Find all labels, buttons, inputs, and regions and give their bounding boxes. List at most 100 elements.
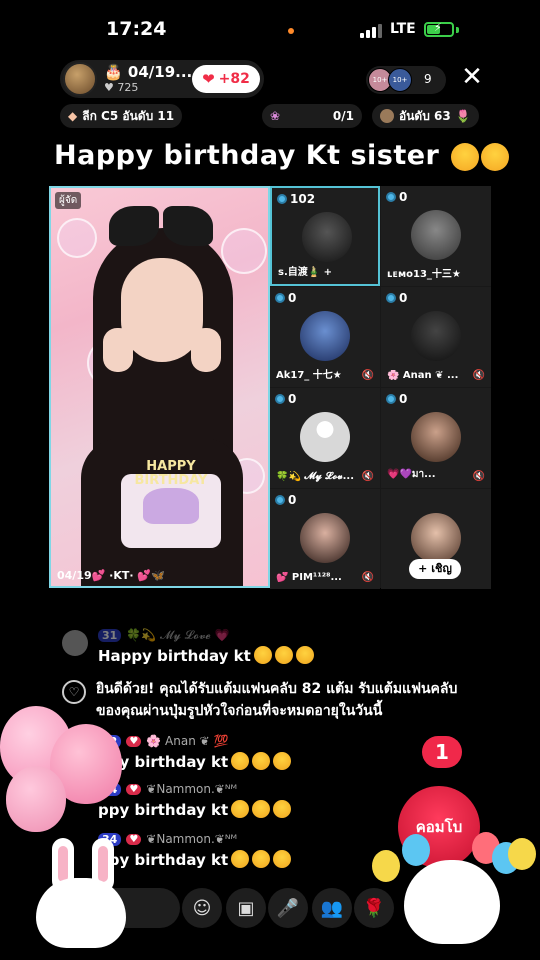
camera-off-icon[interactable]: ▣ [226,888,266,928]
party-face-icon [252,800,271,818]
party-face-icon [252,752,271,770]
seat-score: 0 [399,190,408,204]
party-face-icon [273,850,292,868]
seat-avatar[interactable] [300,311,350,361]
bubble-decoration [57,218,97,258]
battery-cap [456,27,459,33]
rose-gift-icon[interactable]: 🌹 [354,888,394,928]
coin-icon [275,495,285,505]
battery-icon: ⚡ [424,21,454,37]
follow-button[interactable]: ❤ +82 [192,65,260,93]
guest-seat[interactable]: 0 ʟᴇᴍᴏ13_十三★ [381,186,491,286]
smile-icon[interactable]: ☺ [182,888,222,928]
seat-avatar[interactable] [411,311,461,361]
seat-score: 102 [290,192,316,206]
chat-username[interactable]: ❦Nammon.❦ᴺᴹ [146,782,237,796]
cake-bow [143,488,199,524]
host-name: 04/19... [127,63,193,81]
mic-off-icon: 🔇 [472,471,485,482]
guest-seat[interactable]: 0 🍀💫 𝓜𝔂 𝓛𝓸𝓿... 🔇 [270,388,380,488]
coin-icon [275,394,285,404]
party-face-icon [253,646,272,664]
chat-meta: 34 ♥ ❦Nammon.❦ᴺᴹ [98,782,237,796]
close-icon[interactable]: ✕ [458,62,486,92]
host-tag: ผู้จัด [55,192,82,209]
coin-icon [275,293,285,303]
recording-dot [288,28,294,34]
party-face-icon [273,800,292,818]
people-icon[interactable]: 👥 [312,888,352,928]
follow-label: +82 [218,71,250,87]
party-face-icon [295,646,314,664]
guest-seat[interactable]: 0 Ak17_ 十七★ 🔇 [270,287,380,387]
guest-seat-empty[interactable]: + เชิญ [381,489,491,589]
seat-avatar[interactable] [300,513,350,563]
rank-avatar-icon [380,109,394,123]
rank-label: อันดับ 63 [399,108,451,123]
seat-score: 0 [399,291,408,305]
party-face-icon [231,850,250,868]
bubble-decoration [221,228,267,274]
viewer-count: 9 [424,72,432,86]
seat-avatar[interactable] [411,412,461,462]
mic-off-icon: 🔇 [361,471,374,482]
party-face-icon [451,142,480,171]
heart-small-icon: ♥ [104,81,114,94]
chat-meta: 34 ♥ ❦Nammon.❦ᴺᴹ [98,832,237,846]
status-time: 17:24 [106,18,167,40]
seat-avatar [411,513,461,563]
invite-button[interactable]: + เชิญ [409,559,461,579]
default-avatar-icon[interactable] [300,412,350,462]
gift-goal-badge[interactable]: ❀ 0/1 [262,104,362,128]
chat-meta: 31 🍀💫 𝓜𝔂 𝓛𝓸𝓿𝓮 💗 [98,628,230,643]
chat-message: ppy birthday kt [98,752,292,771]
guest-seat[interactable]: 0 🌸 Anan ❦ ... 🔇 [381,287,491,387]
signal-icon [360,24,382,38]
gift-icon: ❀ [270,109,281,123]
seat-name: ʟᴇᴍᴏ13_十三★ [387,269,461,280]
viewers-pill[interactable]: 10+ 10+ 9 [366,66,446,94]
host-avatar[interactable] [63,62,97,96]
guest-seat[interactable]: 102 s.自渡🎍 + [270,186,380,286]
guest-seat[interactable]: 0 💕 PIM¹¹²⁸... 🔇 [270,489,380,589]
system-message: ยินดีด้วย! คุณได้รับแต้มแฟนคลับ 82 แต้ม … [96,681,458,719]
chat-text: ppy birthday kt [98,801,229,819]
host-info-pill[interactable]: 🎂 04/19... ♥ 725 ❤ +82 [60,60,264,98]
chat-username[interactable]: ❦Nammon.❦ᴺᴹ [146,832,237,846]
chat-avatar[interactable] [62,630,88,656]
mic-icon[interactable]: 🎤 [268,888,308,928]
league-badge[interactable]: ◆ ลีก C5 อันดับ 11 [60,104,183,128]
chat-username[interactable]: 🍀💫 𝓜𝔂 𝓛𝓸𝓿𝓮 💗 [126,628,229,643]
host-hand [103,328,133,372]
party-face-icon [273,752,292,770]
chat-message: Happy birthday kt [98,646,314,665]
fan-badge: ♥ [126,735,142,747]
viewer-avatar[interactable]: 10+ [388,68,412,92]
gift-goal-label: 0/1 [332,109,354,123]
chat-username[interactable]: 🌸 Anan ❦ 💯 [146,734,228,748]
cake-icon: 🎂 [104,63,123,81]
rank-badge[interactable]: อันดับ 63 🌷 [372,104,479,128]
title-text: Happy birthday Kt sister [54,140,440,171]
seat-name: 🌸 Anan ❦ ... [387,370,459,381]
chat-message: ppy birthday kt [98,800,292,819]
mic-off-icon: 🔇 [472,370,485,381]
combo-count: 1 [422,736,462,768]
host-video-tile[interactable]: HAPPY BIRTHDAY ผู้จัด 04/19💕 ·KT· 💕🦋 [49,186,270,588]
guest-seat[interactable]: 0 💗💜มา... 🔇 [381,388,491,488]
seat-score: 0 [288,493,297,507]
host-likes: 725 [117,81,139,94]
seat-avatar[interactable] [302,212,352,262]
live-title: Happy birthday Kt sister [54,140,510,171]
seat-avatar[interactable] [411,210,461,260]
party-face-icon [481,142,510,171]
coin-icon [386,192,396,202]
seat-name: s.自渡🎍 + [278,267,333,278]
level-badge: 31 [98,629,122,642]
seat-name: 💗💜มา... [387,469,436,480]
rose-icon: 🌷 [455,109,471,123]
host-caption: 04/19💕 ·KT· 💕🦋 [57,569,165,582]
fan-badge: ♥ [126,833,142,845]
heart-icon: ❤ [202,70,215,88]
diamond-icon: ◆ [68,109,78,123]
